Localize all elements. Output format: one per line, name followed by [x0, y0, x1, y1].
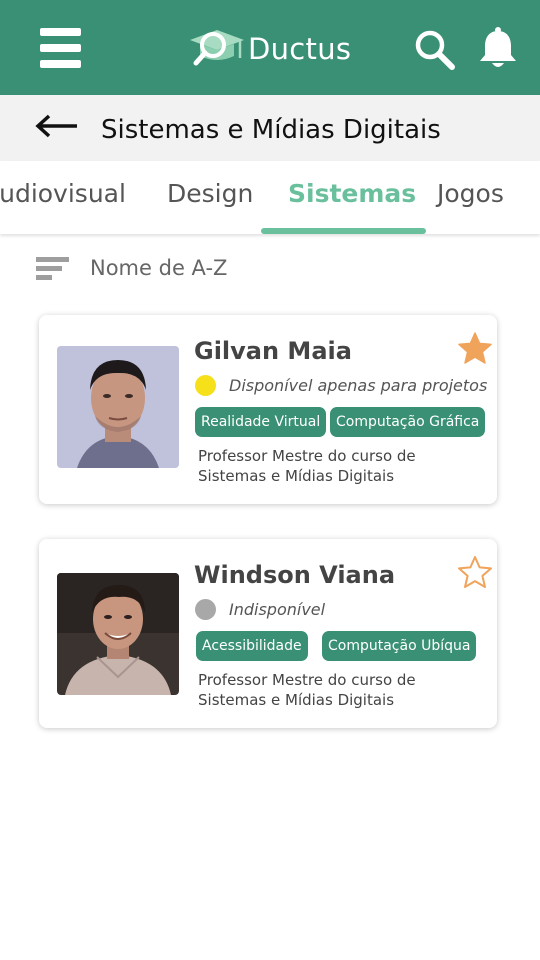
active-tab-indicator [261, 228, 426, 234]
professor-card[interactable]: Gilvan Maia Disponível apenas para proje… [39, 315, 497, 504]
professor-description: Professor Mestre do curso de Sistemas e … [198, 447, 416, 485]
star-outline-icon[interactable] [457, 555, 493, 589]
brand[interactable]: Ductus [186, 26, 351, 72]
professor-name: Gilvan Maia [194, 337, 352, 365]
avatar [57, 346, 179, 468]
tab-jogos[interactable]: Jogos [437, 179, 504, 208]
sort-control[interactable]: Nome de A-Z [36, 252, 227, 284]
star-filled-icon[interactable] [457, 331, 493, 365]
availability-status: Disponível apenas para projetos [195, 375, 487, 396]
status-text: Disponível apenas para projetos [229, 376, 488, 395]
availability-status: Indisponível [195, 599, 325, 620]
sort-label: Nome de A-Z [90, 256, 228, 280]
tag-chip[interactable]: Computação Gráfica [330, 407, 486, 437]
tab-design[interactable]: Design [167, 179, 253, 208]
status-text: Indisponível [229, 600, 326, 619]
tab-sistemas[interactable]: Sistemas [288, 179, 416, 208]
search-icon[interactable] [414, 29, 456, 71]
app-bar: Ductus [0, 0, 540, 95]
page-title: Sistemas e Mídias Digitais [101, 115, 441, 145]
title-bar: Sistemas e Mídias Digitais [0, 95, 540, 161]
back-arrow-icon[interactable] [34, 113, 80, 139]
tab-audiovisual[interactable]: Audiovisual [0, 179, 126, 208]
app-name: Ductus [248, 32, 352, 66]
logo-icon [190, 30, 244, 66]
tag-chip[interactable]: Acessibilidade [196, 631, 308, 661]
category-tabs: Audiovisual Design Sistemas Jogos [0, 161, 540, 234]
tag-chip[interactable]: Computação Ubíqua [322, 631, 477, 661]
professor-card[interactable]: Windson Viana Indisponível Acessibilidad… [39, 539, 497, 728]
status-dot [195, 375, 216, 396]
tag-chip[interactable]: Realidade Virtual [195, 407, 327, 437]
professor-name: Windson Viana [194, 561, 396, 589]
avatar [57, 573, 179, 695]
menu-icon[interactable] [40, 28, 81, 68]
professor-description: Professor Mestre do curso de Sistemas e … [198, 671, 416, 709]
status-dot [195, 599, 216, 620]
sort-icon [36, 253, 70, 283]
bell-icon[interactable] [476, 26, 520, 70]
